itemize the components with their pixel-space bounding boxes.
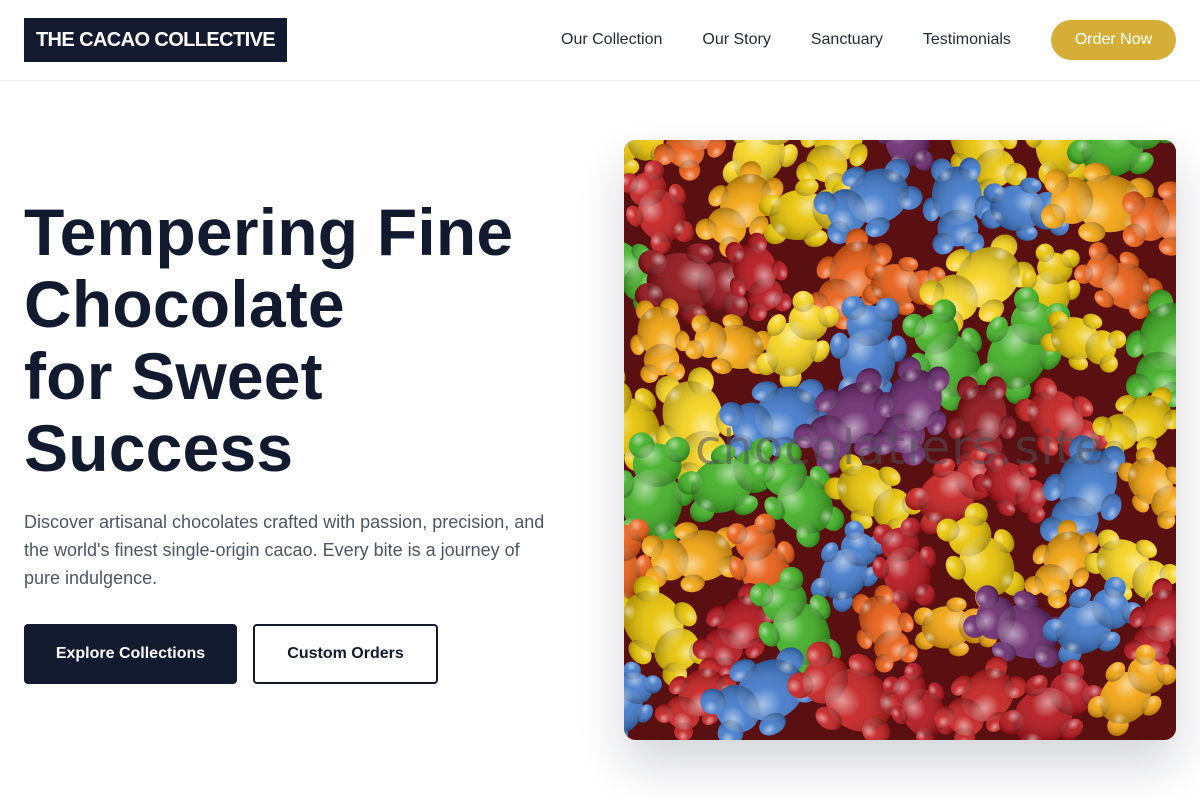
- logo[interactable]: THE CACAO COLLECTIVE: [24, 18, 287, 62]
- nav-link-sanctuary[interactable]: Sanctuary: [791, 31, 903, 49]
- image-watermark: chocolatiers.site: [694, 420, 1106, 476]
- hero-title-line: Tempering Fine: [24, 195, 514, 269]
- hero-title: Tempering Fine Chocolate for Sweet Succe…: [24, 196, 604, 484]
- hero-title-line: Chocolate: [24, 267, 345, 341]
- hero-image: chocolatiers.site: [624, 140, 1176, 740]
- nav-link-our-story[interactable]: Our Story: [682, 31, 790, 49]
- explore-collections-button[interactable]: Explore Collections: [24, 624, 237, 684]
- main-nav: Our Collection Our Story Sanctuary Testi…: [541, 0, 1031, 80]
- order-now-button[interactable]: Order Now: [1051, 20, 1176, 60]
- custom-orders-button[interactable]: Custom Orders: [253, 624, 438, 684]
- hero-title-line: Success: [24, 411, 294, 485]
- site-header: THE CACAO COLLECTIVE Our Collection Our …: [0, 0, 1200, 81]
- nav-link-testimonials[interactable]: Testimonials: [903, 31, 1031, 49]
- nav-link-our-collection[interactable]: Our Collection: [541, 31, 682, 49]
- hero-title-line: for Sweet: [24, 339, 323, 413]
- hero-description: Discover artisanal chocolates crafted wi…: [24, 512, 545, 588]
